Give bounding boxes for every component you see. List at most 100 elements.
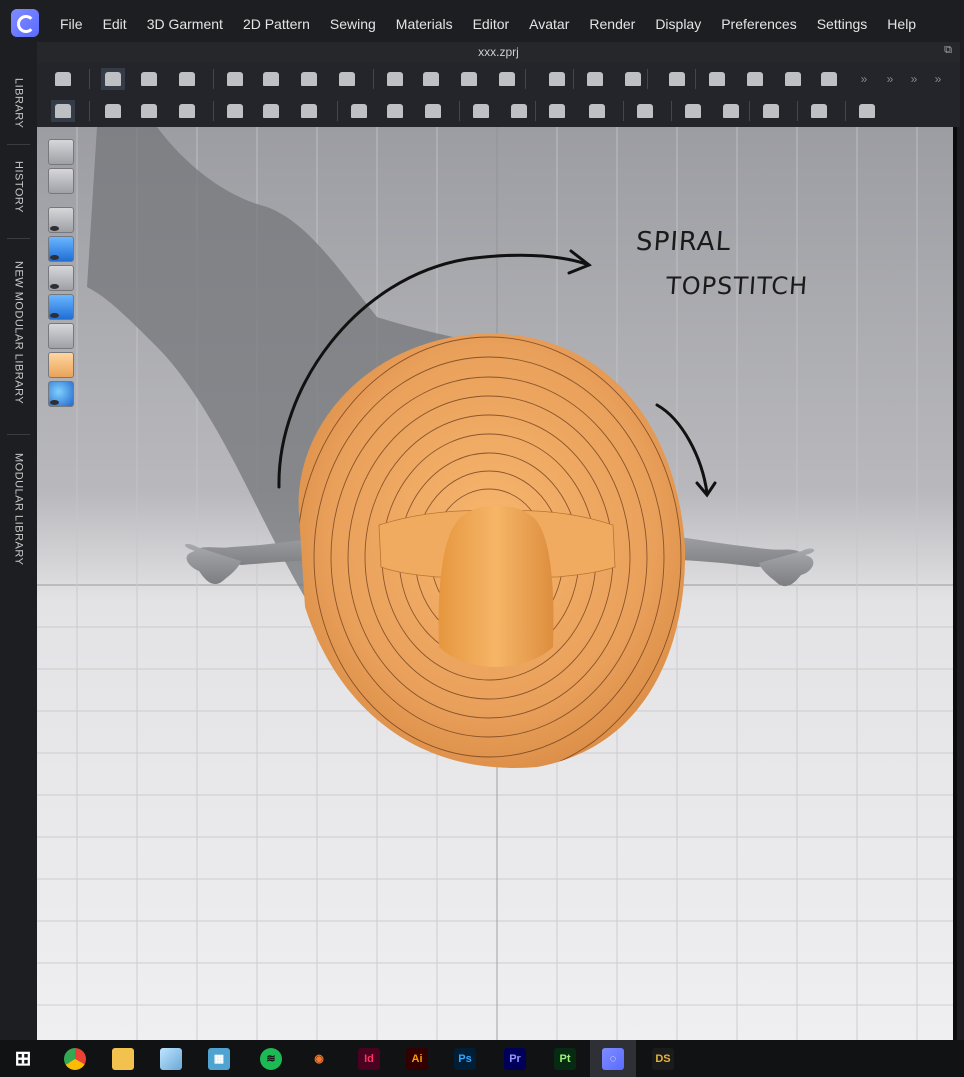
select-mesh-icon[interactable] <box>101 100 125 122</box>
alignment-icon[interactable] <box>855 100 879 122</box>
sidebar-divider <box>7 238 30 239</box>
garment-fold-icon[interactable] <box>297 68 321 90</box>
sidebar-tab-history[interactable]: HISTORY <box>0 152 37 222</box>
menu-materials[interactable]: Materials <box>386 0 463 48</box>
sidebar-tab-modular-library[interactable]: MODULAR LIBRARY <box>0 446 37 572</box>
menu-sewing[interactable]: Sewing <box>320 0 386 48</box>
toolbar-overflow-icon[interactable]: » <box>857 68 871 90</box>
lock-icon[interactable] <box>545 100 569 122</box>
taskbar-substance-painter-button[interactable]: Pt <box>542 1040 588 1077</box>
taskbar-file-explorer-button[interactable] <box>100 1040 146 1077</box>
show-pattern-icon[interactable] <box>48 236 74 262</box>
sidebar-tab-new-modular-library[interactable]: NEW MODULAR LIBRARY <box>0 253 37 413</box>
fitting-icon[interactable] <box>705 68 729 90</box>
edit-pattern-icon[interactable] <box>137 68 161 90</box>
zipper-icon[interactable] <box>621 68 645 90</box>
free-sewing-icon[interactable] <box>297 100 321 122</box>
toolbar-overflow-icon[interactable]: » <box>931 68 945 90</box>
show-garment-icon[interactable] <box>48 207 74 233</box>
menu-2d-pattern[interactable]: 2D Pattern <box>233 0 320 48</box>
fold-arrangement-icon[interactable] <box>419 68 443 90</box>
layer-clone-icon[interactable] <box>759 100 783 122</box>
edit-texture-icon[interactable] <box>347 100 371 122</box>
pin-icon[interactable] <box>383 68 407 90</box>
puckering-strength-icon[interactable] <box>681 100 705 122</box>
arrange-icon[interactable] <box>495 68 519 90</box>
show-skin-icon[interactable] <box>48 352 74 378</box>
hat-crown <box>438 505 554 667</box>
menu-preferences[interactable]: Preferences <box>711 0 806 48</box>
sidebar-divider <box>7 144 30 145</box>
import-icon[interactable] <box>51 68 75 90</box>
button-icon[interactable] <box>421 100 445 122</box>
menu-help[interactable]: Help <box>877 0 926 48</box>
3d-viewport[interactable] <box>37 127 957 1040</box>
taskbar-spotify-button[interactable]: ≋ <box>248 1040 294 1077</box>
puckering-icon[interactable] <box>175 100 199 122</box>
popout-icon[interactable]: ⧉ <box>944 44 952 57</box>
3d-view-icon[interactable] <box>48 139 74 165</box>
alignment-glyph <box>859 104 875 118</box>
garment-simulate-icon[interactable] <box>223 68 247 90</box>
sidebar-tab-label: HISTORY <box>12 161 25 213</box>
trims-icon[interactable] <box>817 68 841 90</box>
segment-sewing-glyph <box>263 104 279 118</box>
line-sewing-icon[interactable] <box>507 100 531 122</box>
shrinkage-icon[interactable] <box>807 100 831 122</box>
buttonhole-icon[interactable] <box>469 100 493 122</box>
taskbar-illustrator-button[interactable]: Ai <box>394 1040 440 1077</box>
taskbar-photoshop-button[interactable]: Ps <box>442 1040 488 1077</box>
line-sewing-glyph <box>511 104 527 118</box>
button-tool-icon[interactable] <box>583 68 607 90</box>
solid-fold-icon[interactable] <box>633 100 657 122</box>
garment-fit-map-glyph <box>747 72 763 86</box>
app-logo-icon[interactable] <box>11 9 39 37</box>
taskbar-indesign-button[interactable]: Id <box>346 1040 392 1077</box>
menu-settings[interactable]: Settings <box>807 0 878 48</box>
zip-icon[interactable] <box>585 100 609 122</box>
segment-sewing-icon[interactable] <box>259 100 283 122</box>
show-environment-icon[interactable] <box>48 381 74 407</box>
avatar-measure-icon[interactable] <box>665 68 689 90</box>
taskbar-daz-studio-button[interactable]: DS <box>640 1040 686 1077</box>
taskbar-notes-button[interactable] <box>148 1040 194 1077</box>
file-explorer-icon <box>112 1047 134 1070</box>
garment-fit-map-icon[interactable] <box>743 68 767 90</box>
garment-strengthen-icon[interactable] <box>335 68 359 90</box>
show-solid-icon[interactable] <box>48 323 74 349</box>
sidebar-tab-library[interactable]: LIBRARY <box>0 68 37 138</box>
toolbar-overflow-icon[interactable]: » <box>883 68 897 90</box>
garment-tuck-icon[interactable] <box>259 68 283 90</box>
tape-icon[interactable] <box>781 68 805 90</box>
taskbar-calculator-button[interactable]: ▦ <box>196 1040 242 1077</box>
taskbar-clo3d-button[interactable]: ◌ <box>590 1040 636 1077</box>
transform-box-icon[interactable] <box>175 68 199 90</box>
show-fabric-icon[interactable] <box>48 294 74 320</box>
menu-edit[interactable]: Edit <box>93 0 137 48</box>
toolbar-overflow-icon[interactable]: » <box>907 68 921 90</box>
fold-pattern-icon[interactable] <box>457 68 481 90</box>
taskbar-windows-start-button[interactable]: ⊞ <box>0 1040 46 1077</box>
menu-editor[interactable]: Editor <box>463 0 520 48</box>
edit-sewing-icon[interactable] <box>223 100 247 122</box>
simulation-icon[interactable] <box>51 100 75 122</box>
menu-display[interactable]: Display <box>645 0 711 48</box>
menu-render[interactable]: Render <box>579 0 645 48</box>
taskbar-premiere-button[interactable]: Pr <box>492 1040 538 1077</box>
file-title: xxx.zprj <box>478 45 519 59</box>
solid-shape-icon[interactable] <box>719 100 743 122</box>
transform-graphic-icon[interactable] <box>383 100 407 122</box>
menu-avatar[interactable]: Avatar <box>519 0 579 48</box>
2d-view-icon[interactable] <box>48 168 74 194</box>
pin-mesh-icon[interactable] <box>137 100 161 122</box>
menu-3d-garment[interactable]: 3D Garment <box>137 0 233 48</box>
show-avatar-icon[interactable] <box>48 265 74 291</box>
topstitch-icon[interactable] <box>545 68 569 90</box>
clo3d-icon: ◌ <box>602 1047 624 1070</box>
menu-file[interactable]: File <box>50 0 93 48</box>
taskbar-chrome-button[interactable] <box>52 1040 98 1077</box>
transform-pattern-icon[interactable] <box>101 68 125 90</box>
taskbar-blender-button[interactable]: ◉ <box>296 1040 342 1077</box>
substance-painter-icon: Pt <box>554 1047 576 1070</box>
transform-pattern-glyph <box>105 72 121 86</box>
